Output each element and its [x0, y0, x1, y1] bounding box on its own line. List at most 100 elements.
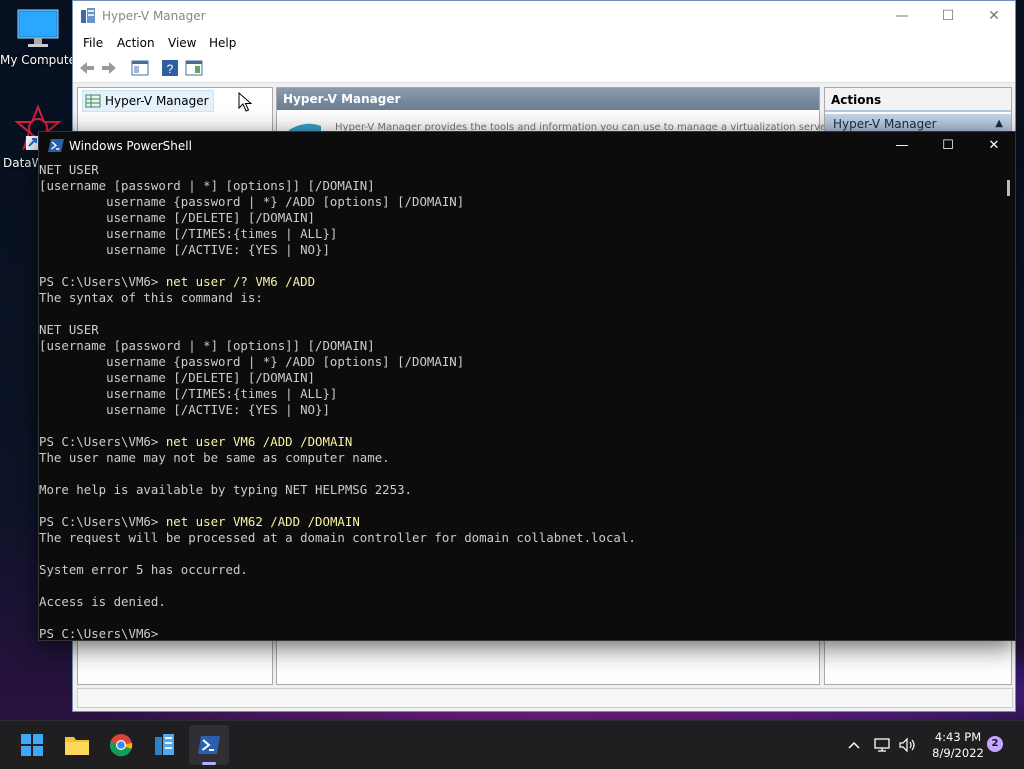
- menu-view[interactable]: View: [168, 36, 196, 50]
- start-button[interactable]: [12, 725, 52, 765]
- console-command-line: PS C:\Users\VM6> net user /? VM6 /ADD: [39, 274, 999, 290]
- console-output-line: username [/ACTIVE: {YES | NO}]: [39, 242, 330, 257]
- powershell-app-icon: [48, 139, 64, 152]
- show-hide-console-tree-button[interactable]: [130, 58, 150, 78]
- chevron-up-icon: [848, 741, 860, 749]
- maximize-button[interactable]: ☐: [925, 132, 971, 160]
- console-output-line: The user name may not be same as compute…: [39, 450, 390, 465]
- show-hidden-icons-button[interactable]: [844, 735, 864, 755]
- console-output-line: username {password | *} /ADD [options] […: [39, 194, 465, 209]
- console-output-line: username [/DELETE] [/DOMAIN]: [39, 210, 316, 225]
- maximize-button[interactable]: ☐: [925, 1, 971, 32]
- network-icon: [874, 738, 890, 752]
- monitor-icon: [17, 9, 59, 47]
- taskbar-file-explorer[interactable]: [57, 725, 97, 765]
- desktop-icon-my-computer[interactable]: My Computer: [0, 8, 81, 67]
- console-output-line: Access is denied.: [39, 594, 166, 609]
- console-output-line: The syntax of this command is:: [39, 290, 263, 305]
- powershell-console[interactable]: NET USER [username [password | *] [option…: [39, 162, 999, 640]
- console-output-line: username [/ACTIVE: {YES | NO}]: [39, 402, 330, 417]
- menu-file[interactable]: File: [83, 36, 103, 50]
- clock-time: 4:43 PM: [934, 730, 982, 744]
- minimize-icon: —: [895, 138, 909, 153]
- maximize-icon: ☐: [942, 138, 954, 153]
- desktop-icon-label: My Computer: [0, 53, 81, 67]
- menu-help[interactable]: Help: [209, 36, 236, 50]
- hyperv-window-title: Hyper-V Manager: [102, 9, 206, 23]
- console-output-line: [username [password | *] [options]] [/DO…: [39, 178, 375, 193]
- actions-pane-header: Actions: [825, 88, 1011, 112]
- taskbar-powershell[interactable]: [189, 725, 229, 765]
- help-button[interactable]: ?: [160, 58, 180, 78]
- hyperv-menubar: File Action View Help: [73, 32, 1015, 54]
- windows-logo-icon: [21, 734, 43, 756]
- actions-group-label: Hyper-V Manager: [833, 117, 937, 131]
- taskbar-hyperv-manager[interactable]: [145, 725, 185, 765]
- volume-button[interactable]: [897, 735, 917, 755]
- console-output-line: NET USER: [39, 162, 99, 177]
- console-prompt: PS C:\Users\VM6>: [39, 514, 166, 529]
- hyperv-titlebar[interactable]: Hyper-V Manager — ☐ ✕: [73, 1, 1015, 32]
- console-output-line: username [/DELETE] [/DOMAIN]: [39, 370, 316, 385]
- console-scrollbar[interactable]: [1003, 162, 1015, 640]
- hyperv-toolbar: ?: [73, 54, 1015, 83]
- back-button[interactable]: [77, 58, 97, 78]
- console-output-line: System error 5 has occurred.: [39, 562, 248, 577]
- minimize-icon: —: [895, 8, 909, 24]
- maximize-icon: ☐: [941, 8, 955, 24]
- hyperv-app-icon: [81, 8, 95, 23]
- forward-button[interactable]: [99, 58, 119, 78]
- console-output-line: username [/TIMES:{times | ALL}]: [39, 226, 338, 241]
- help-icon: ?: [162, 60, 178, 76]
- hyperv-app-icon: [155, 734, 174, 755]
- center-pane-header: Hyper-V Manager: [277, 88, 819, 110]
- svg-text:?: ?: [167, 62, 174, 76]
- tree-item-label: Hyper-V Manager: [105, 94, 209, 108]
- clock-date: 8/9/2022: [932, 746, 984, 760]
- system-clock[interactable]: 4:43 PM 8/9/2022: [926, 729, 990, 761]
- console-output-line: username {password | *} /ADD [options] […: [39, 354, 465, 369]
- console-prompt: PS C:\Users\VM6>: [39, 626, 166, 640]
- powershell-titlebar[interactable]: Windows PowerShell — ☐ ✕: [39, 132, 1015, 160]
- show-hide-action-pane-button[interactable]: [184, 58, 204, 78]
- console-output-line: username [/TIMES:{times | ALL}]: [39, 386, 338, 401]
- console-output-line: NET USER: [39, 322, 99, 337]
- active-app-indicator: [202, 762, 216, 765]
- minimize-button[interactable]: —: [879, 132, 925, 160]
- powershell-icon: [198, 736, 220, 754]
- console-command: net user VM62 /ADD /DOMAIN: [165, 514, 360, 529]
- console-output-line: The request will be processed at a domai…: [39, 530, 636, 545]
- powershell-window-title: Windows PowerShell: [69, 139, 192, 153]
- console-command: net user /? VM6 /ADD: [165, 274, 316, 289]
- console-prompt: PS C:\Users\VM6>: [39, 434, 166, 449]
- taskbar: 4:43 PM 8/9/2022: [0, 720, 1024, 769]
- hyperv-tree-icon: [85, 94, 101, 108]
- close-icon: ✕: [988, 8, 1000, 24]
- chrome-icon: [109, 734, 133, 757]
- close-icon: ✕: [988, 138, 1000, 153]
- notification-badge[interactable]: 2: [987, 736, 1003, 752]
- menu-action[interactable]: Action: [117, 36, 155, 50]
- folder-icon: [65, 737, 89, 755]
- taskbar-chrome[interactable]: [101, 725, 141, 765]
- hyperv-statusbar: [77, 688, 1013, 708]
- network-button[interactable]: [872, 735, 892, 755]
- console-output-line: More help is available by typing NET HEL…: [39, 482, 412, 497]
- minimize-button[interactable]: —: [879, 1, 925, 32]
- tree-item-hyperv-manager[interactable]: Hyper-V Manager: [82, 90, 214, 112]
- powershell-window[interactable]: Windows PowerShell — ☐ ✕ NET USER [userna…: [38, 131, 1016, 641]
- mouse-cursor-icon: [238, 92, 252, 112]
- close-button[interactable]: ✕: [971, 132, 1017, 160]
- console-command: net user VM6 /ADD /DOMAIN: [165, 434, 353, 449]
- speaker-icon: [899, 737, 915, 753]
- close-button[interactable]: ✕: [971, 1, 1017, 32]
- scrollbar-thumb[interactable]: [1007, 180, 1010, 196]
